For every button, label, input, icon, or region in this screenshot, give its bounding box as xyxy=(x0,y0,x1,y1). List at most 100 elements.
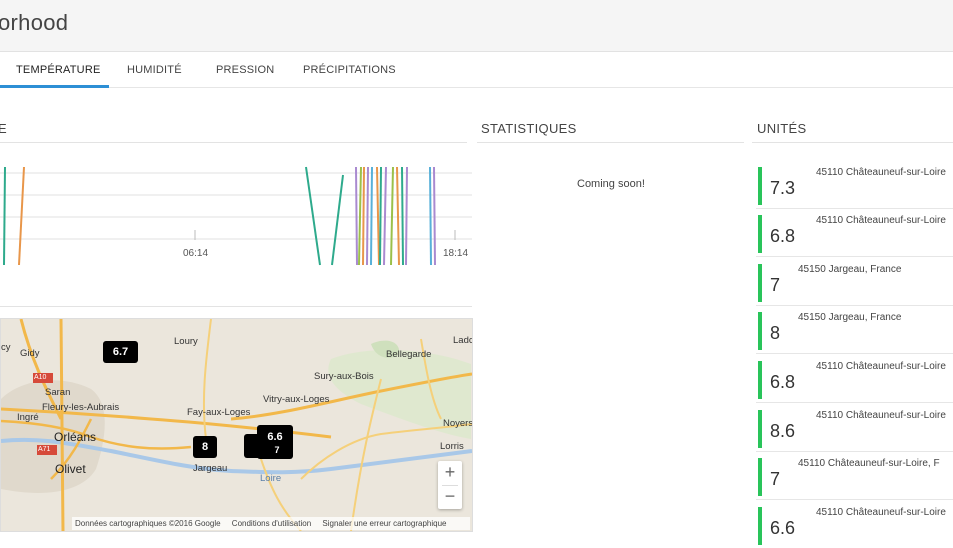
unit-status-bar xyxy=(758,167,762,205)
chart-series-line xyxy=(401,166,404,266)
map-label-fleury: Fleury-les-Aubrais xyxy=(42,402,120,413)
map-label-olivet: Olivet xyxy=(55,462,86,476)
map-label-loire: Loire xyxy=(260,473,282,484)
unit-address: 45110 Châteauneuf-sur-Loire xyxy=(816,167,946,178)
tab-temperature[interactable]: TEMPÉRATURE xyxy=(16,64,101,76)
unit-status-bar xyxy=(758,361,762,399)
chart-series-line xyxy=(331,174,344,266)
chart-x-tick-label: 06:14 xyxy=(183,248,208,259)
chart-x-tick-label: 18:14 xyxy=(443,248,468,259)
units-section-title: UNITÉS xyxy=(757,121,807,136)
map-attribution: Données cartographiques ©2016 Google xyxy=(75,519,221,528)
chart-section-title: E xyxy=(0,121,7,136)
unit-status-bar xyxy=(758,215,762,253)
chart-series-line xyxy=(362,166,365,266)
map-marker[interactable]: 6.7 xyxy=(103,341,138,363)
unit-item[interactable]: 7.3 45110 Châteauneuf-sur-Loire xyxy=(756,161,953,209)
road-label-a71: A71 xyxy=(38,446,51,453)
map-footer: Données cartographiques ©2016 Google Con… xyxy=(72,517,470,530)
map-label-fay-aux-loges: Fay-aux-Loges xyxy=(187,407,251,418)
stats-coming-soon: Coming soon! xyxy=(577,178,645,190)
map-zoom-control: + − xyxy=(438,461,462,509)
map-label-saran: Saran xyxy=(45,387,71,398)
tab-humidite[interactable]: HUMIDITÉ xyxy=(127,64,182,76)
chart-series-line xyxy=(370,166,373,266)
map-marker-partial[interactable]: 7 xyxy=(265,443,289,457)
temperature-chart: 06:14 18:14 xyxy=(0,155,472,290)
unit-item[interactable]: 6.8 45110 Châteauneuf-sur-Loire xyxy=(756,355,953,403)
unit-item[interactable]: 7 45150 Jargeau, France xyxy=(756,258,953,306)
chart-series-line xyxy=(376,166,380,266)
unit-status-bar xyxy=(758,312,762,350)
unit-address: 45110 Châteauneuf-sur-Loire xyxy=(816,507,946,518)
chart-series-line xyxy=(18,166,25,266)
unit-item[interactable]: 8 45150 Jargeau, France xyxy=(756,306,953,354)
map-label-gidy: Gidy xyxy=(20,348,40,359)
map-label-cy: cy xyxy=(1,342,11,353)
unit-item[interactable]: 7 45110 Châteauneuf-sur-Loire, F xyxy=(756,452,953,500)
unit-address: 45110 Châteauneuf-sur-Loire xyxy=(816,410,946,421)
tab-pression[interactable]: PRESSION xyxy=(216,64,274,76)
chart-series-line xyxy=(429,166,432,266)
unit-value: 6.8 xyxy=(770,372,796,392)
unit-status-bar xyxy=(758,458,762,496)
chart-series-line xyxy=(396,166,400,266)
chart-series-line xyxy=(358,166,362,266)
map-label-noyers: Noyers xyxy=(443,418,473,429)
stats-section-title: STATISTIQUES xyxy=(481,121,577,136)
chart-series-line xyxy=(405,166,408,266)
map-label-bellegarde: Bellegarde xyxy=(386,349,432,360)
unit-item[interactable]: 6.6 45110 Châteauneuf-sur-Loire xyxy=(756,501,953,548)
tab-precipitations[interactable]: PRÉCIPITATIONS xyxy=(303,64,396,76)
unit-value: 6.8 xyxy=(770,226,796,246)
chart-series-line xyxy=(355,166,358,266)
unit-address: 45110 Châteauneuf-sur-Loire xyxy=(816,361,946,372)
unit-value: 7.3 xyxy=(770,178,796,198)
chart-series-line xyxy=(383,166,387,266)
unit-item[interactable]: 6.8 45110 Châteauneuf-sur-Loire xyxy=(756,209,953,257)
map-marker[interactable]: 8 xyxy=(193,436,217,458)
unit-address: 45150 Jargeau, France xyxy=(798,312,902,323)
chart-series-line xyxy=(3,166,6,266)
map[interactable]: Loury Bellegarde Gidy Saran Fleury-les-A… xyxy=(0,318,473,532)
road-label-a10: A10 xyxy=(34,374,47,381)
map-label-orleans: Orléans xyxy=(54,430,97,444)
app-title: orhood xyxy=(0,10,69,35)
map-label-loury: Loury xyxy=(174,336,198,347)
unit-address: 45150 Jargeau, France xyxy=(798,264,902,275)
tab-bar: TEMPÉRATURE HUMIDITÉ PRESSION PRÉCIPITAT… xyxy=(0,52,953,88)
unit-status-bar xyxy=(758,264,762,302)
unit-address: 45110 Châteauneuf-sur-Loire xyxy=(816,215,946,226)
zoom-out-button[interactable]: − xyxy=(438,485,462,509)
chart-series-line xyxy=(379,166,382,266)
map-label-ingre: Ingré xyxy=(17,412,39,423)
chart-title-rule xyxy=(0,142,467,143)
unit-item[interactable]: 8.6 45110 Châteauneuf-sur-Loire xyxy=(756,404,953,452)
unit-address: 45110 Châteauneuf-sur-Loire, F xyxy=(798,458,940,469)
unit-value: 7 xyxy=(770,469,781,489)
map-terms-link[interactable]: Conditions d'utilisation xyxy=(232,519,311,528)
map-label-lorris: Lorris xyxy=(440,441,464,452)
map-report-link[interactable]: Signaler une erreur cartographique xyxy=(322,519,446,528)
unit-status-bar xyxy=(758,507,762,545)
chart-series-line xyxy=(390,166,394,266)
map-label-jargeau: Jargeau xyxy=(193,463,228,474)
zoom-divider xyxy=(442,485,458,486)
map-label-vitry-aux-loges: Vitry-aux-Loges xyxy=(263,394,330,405)
map-label-ladon: Ladc xyxy=(453,335,473,346)
temperature-chart-svg: 06:14 18:14 xyxy=(0,166,472,266)
chart-series-line xyxy=(366,166,369,266)
chart-series-line xyxy=(305,166,321,266)
unit-status-bar xyxy=(758,410,762,448)
units-title-rule xyxy=(752,142,953,143)
unit-value: 7 xyxy=(770,275,781,295)
chart-bottom-rule xyxy=(0,306,472,307)
map-label-sury-aux-bois: Sury-aux-Bois xyxy=(314,371,374,382)
unit-value: 8 xyxy=(770,323,781,343)
unit-value: 8.6 xyxy=(770,421,796,441)
top-bar: orhood xyxy=(0,0,953,52)
chart-series-line xyxy=(433,166,436,266)
stats-title-rule xyxy=(477,142,744,143)
zoom-in-button[interactable]: + xyxy=(438,461,462,485)
active-tab-indicator xyxy=(0,85,109,88)
